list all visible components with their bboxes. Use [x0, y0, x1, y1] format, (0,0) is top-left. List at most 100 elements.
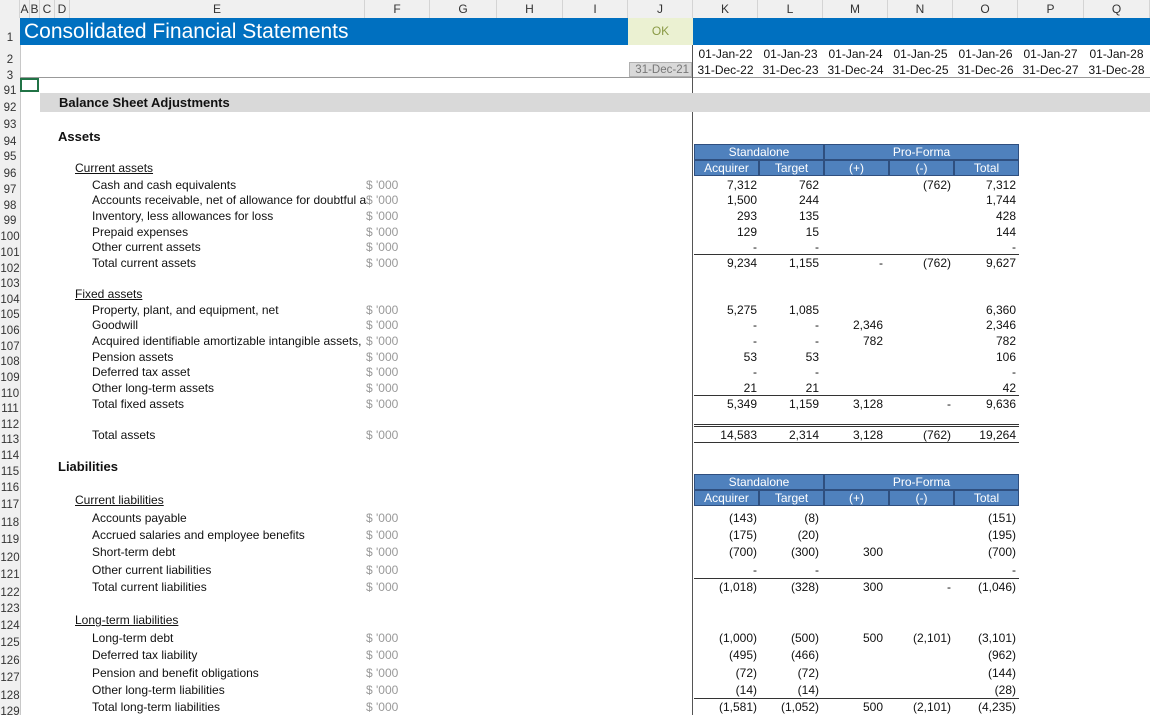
cell-acq[interactable]: 14,583 [697, 428, 757, 442]
column-header-k[interactable]: K [693, 0, 758, 18]
row-header-109[interactable]: 109 [0, 372, 20, 384]
cell-total[interactable]: - [956, 563, 1016, 577]
row-header-93[interactable]: 93 [0, 119, 20, 131]
cell-tgt[interactable]: (1,052) [759, 700, 819, 714]
cell-plus[interactable]: 2,346 [823, 318, 883, 332]
column-header-o[interactable]: O [953, 0, 1018, 18]
row-header-96[interactable]: 96 [0, 168, 20, 180]
cell-total[interactable]: 144 [956, 225, 1016, 239]
select-all-corner[interactable] [0, 0, 20, 18]
row-header-118[interactable]: 118 [0, 517, 20, 529]
row-header-106[interactable]: 106 [0, 325, 20, 337]
cell-acq[interactable]: 5,275 [697, 303, 757, 317]
column-header-i[interactable]: I [563, 0, 628, 18]
row-header-126[interactable]: 126 [0, 655, 20, 667]
cell-minus[interactable]: - [891, 397, 951, 411]
cell-tgt[interactable]: (328) [759, 580, 819, 594]
cell-total[interactable]: 42 [956, 381, 1016, 395]
row-header-125[interactable]: 125 [0, 637, 20, 649]
row-header-124[interactable]: 124 [0, 620, 20, 632]
row-header-97[interactable]: 97 [0, 184, 20, 196]
cell-minus[interactable]: (762) [891, 428, 951, 442]
row-header-114[interactable]: 114 [0, 450, 20, 462]
column-header-m[interactable]: M [823, 0, 888, 18]
cell-acq[interactable]: (1,018) [697, 580, 757, 594]
cell-tgt[interactable]: (8) [759, 511, 819, 525]
prior-period-date[interactable]: 31-Dec-21 [629, 62, 692, 77]
row-header-101[interactable]: 101 [0, 247, 20, 259]
row-header-95[interactable]: 95 [0, 151, 20, 163]
row-header-108[interactable]: 108 [0, 356, 20, 368]
cell-minus[interactable]: (762) [891, 178, 951, 192]
cell-tgt[interactable]: - [759, 318, 819, 332]
cell-acq[interactable]: 1,500 [697, 193, 757, 207]
cell-tgt[interactable]: 21 [759, 381, 819, 395]
cell-total[interactable]: (4,235) [956, 700, 1016, 714]
cell-tgt[interactable]: (20) [759, 528, 819, 542]
row-header-102[interactable]: 102 [0, 263, 20, 275]
row-header-98[interactable]: 98 [0, 200, 20, 212]
column-header-b[interactable]: B [30, 0, 40, 18]
cell-tgt[interactable]: 53 [759, 350, 819, 364]
cell-acq[interactable]: (175) [697, 528, 757, 542]
column-header-p[interactable]: P [1018, 0, 1084, 18]
column-header-j[interactable]: J [628, 0, 693, 18]
cell-acq[interactable]: - [697, 240, 757, 254]
row-header-119[interactable]: 119 [0, 534, 20, 546]
cell-total[interactable]: 782 [956, 334, 1016, 348]
column-header-a[interactable]: A [20, 0, 30, 18]
row-header-115[interactable]: 115 [0, 466, 20, 478]
column-header-f[interactable]: F [365, 0, 430, 18]
row-header-128[interactable]: 128 [0, 690, 20, 702]
cell-plus[interactable]: 500 [823, 631, 883, 645]
cell-acq[interactable]: 5,349 [697, 397, 757, 411]
cell-acq[interactable]: (495) [697, 648, 757, 662]
column-header-q[interactable]: Q [1084, 0, 1150, 18]
row-header-91[interactable]: 91 [0, 85, 20, 97]
cell-total[interactable]: - [956, 365, 1016, 379]
cell-acq[interactable]: - [697, 563, 757, 577]
cell-total[interactable]: 106 [956, 350, 1016, 364]
row-header-122[interactable]: 122 [0, 587, 20, 599]
cell-acq[interactable]: - [697, 365, 757, 379]
row-header-103[interactable]: 103 [0, 278, 20, 290]
row-header-100[interactable]: 100 [0, 231, 20, 243]
cell-minus[interactable]: - [891, 580, 951, 594]
row-header-99[interactable]: 99 [0, 215, 20, 227]
cell-total[interactable]: 1,744 [956, 193, 1016, 207]
cell-acq[interactable]: - [697, 318, 757, 332]
cell-plus[interactable]: - [823, 256, 883, 270]
cell-tgt[interactable]: - [759, 334, 819, 348]
column-header-h[interactable]: H [497, 0, 563, 18]
cell-tgt[interactable]: 1,085 [759, 303, 819, 317]
cell-plus[interactable]: 300 [823, 545, 883, 559]
cell-total[interactable]: (1,046) [956, 580, 1016, 594]
cell-acq[interactable]: 129 [697, 225, 757, 239]
cell-total[interactable]: (962) [956, 648, 1016, 662]
cell-tgt[interactable]: - [759, 563, 819, 577]
cell-acq[interactable]: 293 [697, 209, 757, 223]
column-header-n[interactable]: N [888, 0, 953, 18]
row-header-116[interactable]: 116 [0, 482, 20, 494]
row-header-123[interactable]: 123 [0, 603, 20, 615]
cell-tgt[interactable]: 762 [759, 178, 819, 192]
cell-plus[interactable]: 3,128 [823, 428, 883, 442]
cell-tgt[interactable]: - [759, 365, 819, 379]
cell-plus[interactable]: 300 [823, 580, 883, 594]
row-header-113[interactable]: 113 [0, 434, 20, 446]
cell-acq[interactable]: 21 [697, 381, 757, 395]
cell-tgt[interactable]: (466) [759, 648, 819, 662]
cell-total[interactable]: - [956, 240, 1016, 254]
column-header-g[interactable]: G [430, 0, 497, 18]
cell-tgt[interactable]: (300) [759, 545, 819, 559]
column-header-l[interactable]: L [758, 0, 823, 18]
cell-tgt[interactable]: 15 [759, 225, 819, 239]
cell-total[interactable]: (151) [956, 511, 1016, 525]
row-header-110[interactable]: 110 [0, 388, 20, 400]
row-header-121[interactable]: 121 [0, 569, 20, 581]
row-header-3[interactable]: 3 [0, 70, 20, 82]
column-header-c[interactable]: C [40, 0, 55, 18]
cell-minus[interactable]: (2,101) [891, 631, 951, 645]
row-header-94[interactable]: 94 [0, 136, 20, 148]
cell-tgt[interactable]: - [759, 240, 819, 254]
